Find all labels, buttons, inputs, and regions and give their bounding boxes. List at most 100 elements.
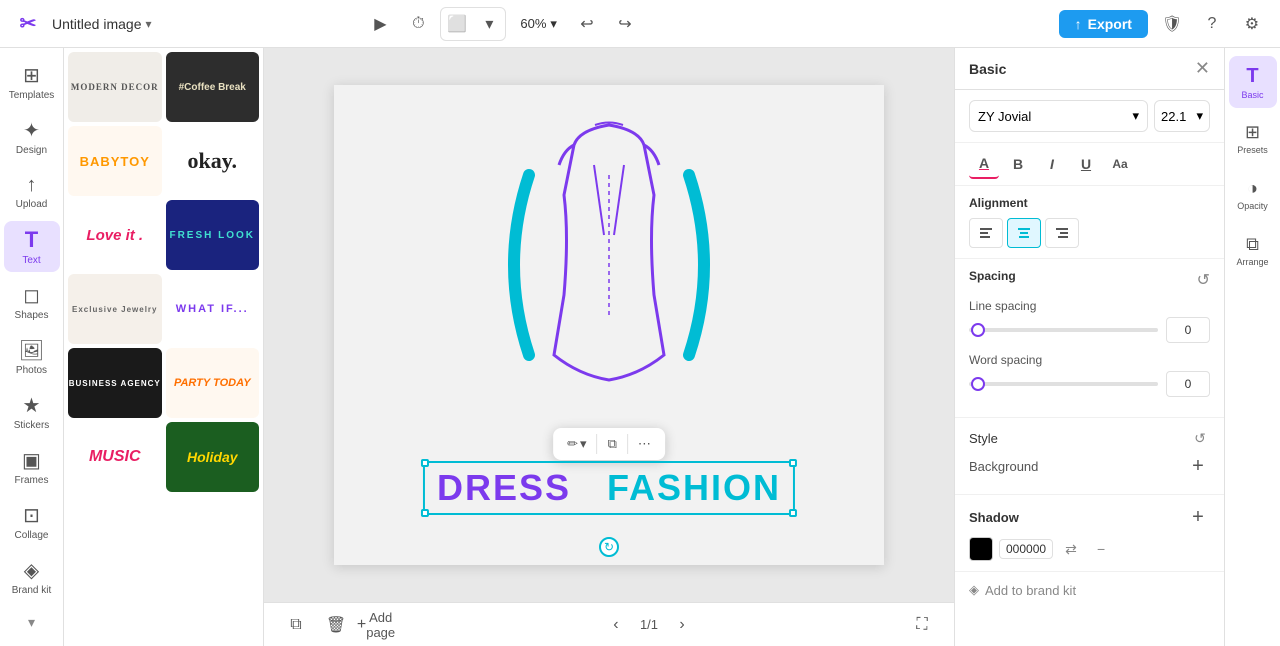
add-page-button[interactable]: + Add page xyxy=(360,609,392,641)
template-card-babytoy[interactable]: BABYTOY xyxy=(68,126,162,196)
prev-page-button[interactable]: ‹ xyxy=(600,609,632,641)
case-button[interactable]: Aa xyxy=(1105,149,1135,179)
font-family-select[interactable]: ZY Jovial ▾ xyxy=(969,100,1148,132)
shadow-minus-button[interactable]: − xyxy=(1089,537,1113,561)
underline-button[interactable]: U xyxy=(1071,149,1101,179)
right-panel-header: Basic ✕ xyxy=(955,48,1224,90)
alignment-section: Alignment xyxy=(955,186,1224,259)
toolbar-separator-2 xyxy=(627,434,628,454)
sidebar-item-templates[interactable]: ⊞ Templates xyxy=(4,56,60,107)
far-right-basic[interactable]: T Basic xyxy=(1229,56,1277,108)
sidebar-item-shapes[interactable]: ◻ Shapes xyxy=(4,276,60,327)
floating-edit-button[interactable]: ✏ ▾ xyxy=(561,432,592,456)
far-right-opacity[interactable]: ◑ Opacity xyxy=(1229,168,1277,220)
template-card-fresh-look[interactable]: FRESH LOOK xyxy=(166,200,260,270)
spacing-title: Spacing xyxy=(969,269,1016,283)
style-reset-button[interactable]: ↺ xyxy=(1190,428,1210,448)
template-card-exclusive-jewelry[interactable]: Exclusive Jewelry xyxy=(68,274,162,344)
floating-more-button[interactable]: ⋯ xyxy=(632,432,657,456)
line-spacing-value[interactable]: 0 xyxy=(1166,317,1210,343)
sidebar-collapse-button[interactable]: ▾ xyxy=(16,607,48,638)
template-card-what-if[interactable]: WHAT IF... xyxy=(166,274,260,344)
template-card-modern-decor[interactable]: MODERN DECOR xyxy=(68,52,162,122)
sidebar-item-brand[interactable]: ◈ Brand kit xyxy=(4,552,60,603)
shadow-color-label[interactable]: 000000 xyxy=(999,539,1053,559)
brand-kit-footer[interactable]: ◈ Add to brand kit xyxy=(955,572,1224,608)
brand-kit-icon: ◈ xyxy=(969,582,979,598)
timer-button[interactable]: ⏱ xyxy=(402,8,434,40)
template-panel: MODERN DECOR #Coffee Break BABYTOY okay.… xyxy=(64,48,264,646)
redo-button[interactable]: ↪ xyxy=(609,8,641,40)
shadow-transfer-button[interactable]: ⇄ xyxy=(1059,537,1083,561)
template-card-love-it[interactable]: Love it . xyxy=(68,200,162,270)
shadow-add-button[interactable]: + xyxy=(1186,505,1210,529)
stickers-icon: ★ xyxy=(23,393,41,418)
align-center-button[interactable] xyxy=(1007,218,1041,248)
word-spacing-value[interactable]: 0 xyxy=(1166,371,1210,397)
next-page-button[interactable]: › xyxy=(666,609,698,641)
zoom-chevron-icon: ▾ xyxy=(550,16,557,32)
template-card-party-today[interactable]: PARTY TODAY xyxy=(166,348,260,418)
canvas-text-element[interactable]: DRESS FASHION xyxy=(423,461,795,515)
canvas-view-button[interactable]: ⬜ xyxy=(441,8,473,40)
shadow-color-swatch[interactable] xyxy=(969,537,993,561)
template-card-okay[interactable]: okay. xyxy=(166,126,260,196)
word-spacing-slider[interactable] xyxy=(969,382,1158,386)
line-spacing-slider[interactable] xyxy=(969,328,1158,332)
italic-button[interactable]: I xyxy=(1037,149,1067,179)
frames-icon: ▣ xyxy=(22,448,41,473)
bold-button[interactable]: B xyxy=(1003,149,1033,179)
sidebar-item-upload[interactable]: ↑ Upload xyxy=(4,166,60,217)
sidebar-item-design[interactable]: ✦ Design xyxy=(4,111,60,162)
panel-close-button[interactable]: ✕ xyxy=(1195,58,1210,79)
sidebar-item-photos[interactable]: 🖼 Photos xyxy=(4,331,60,382)
template-card-music[interactable]: MUSIC xyxy=(68,422,162,492)
title-chevron-icon: ▾ xyxy=(146,17,152,31)
canvas-area: ✏ ▾ ⧉ ⋯ DRESS FASHION xyxy=(264,48,954,646)
export-button[interactable]: ↑ Export xyxy=(1059,10,1148,38)
presets-label: Presets xyxy=(1237,145,1268,155)
word-spacing-thumb[interactable] xyxy=(971,377,985,391)
sidebar-item-stickers[interactable]: ★ Stickers xyxy=(4,386,60,437)
sidebar-item-text[interactable]: T Text xyxy=(4,221,60,272)
template-card-business-agency[interactable]: BUSINESS AGENCY xyxy=(68,348,162,418)
align-right-button[interactable] xyxy=(1045,218,1079,248)
text-color-button[interactable]: A xyxy=(969,149,999,179)
shield-icon-button[interactable]: 🛡 xyxy=(1156,8,1188,40)
settings-button[interactable]: ⚙ xyxy=(1236,8,1268,40)
photos-icon: 🖼 xyxy=(19,338,44,363)
undo-button[interactable]: ↩ xyxy=(571,8,603,40)
play-button[interactable]: ▶ xyxy=(364,8,396,40)
sidebar-item-collage[interactable]: ⊡ Collage xyxy=(4,497,60,548)
template-card-coffee-break[interactable]: #Coffee Break xyxy=(166,52,260,122)
template-card-holiday[interactable]: Holiday xyxy=(166,422,260,492)
canvas-copy-button[interactable]: ⧉ xyxy=(280,609,312,641)
collage-icon: ⊡ xyxy=(23,503,40,528)
spacing-reset-button[interactable]: ↺ xyxy=(1197,270,1210,290)
document-title-area[interactable]: Untitled image ▾ xyxy=(52,16,152,32)
export-icon: ↑ xyxy=(1075,16,1082,32)
word-spacing-control: 0 xyxy=(969,371,1210,397)
fullscreen-button[interactable]: ⛶ xyxy=(906,609,938,641)
selection-handle-br[interactable] xyxy=(789,509,797,517)
floating-copy-button[interactable]: ⧉ xyxy=(602,432,623,456)
canvas-delete-button[interactable]: 🗑 xyxy=(320,609,352,641)
zoom-control[interactable]: 60% ▾ xyxy=(512,12,565,36)
line-spacing-thumb[interactable] xyxy=(971,323,985,337)
selection-handle-tl[interactable] xyxy=(421,459,429,467)
align-left-button[interactable] xyxy=(969,218,1003,248)
font-size-input[interactable]: 22.1 ▾ xyxy=(1154,100,1210,132)
selection-handle-bl[interactable] xyxy=(421,509,429,517)
far-right-arrange[interactable]: ⧉ Arrange xyxy=(1229,224,1277,276)
sidebar-item-frames[interactable]: ▣ Frames xyxy=(4,441,60,492)
canvas-wrapper[interactable]: ✏ ▾ ⧉ ⋯ DRESS FASHION xyxy=(264,48,954,602)
help-button[interactable]: ? xyxy=(1196,8,1228,40)
selection-handle-tr[interactable] xyxy=(789,459,797,467)
floating-toolbar: ✏ ▾ ⧉ ⋯ xyxy=(553,428,665,460)
rotate-handle[interactable]: ↻ xyxy=(599,537,619,557)
view-chevron[interactable]: ▾ xyxy=(473,8,505,40)
far-right-presets[interactable]: ⊞ Presets xyxy=(1229,112,1277,164)
canvas-bottom-left: ⧉ 🗑 + Add page xyxy=(280,609,392,641)
background-add-button[interactable]: + xyxy=(1186,454,1210,478)
canvas-page[interactable]: ✏ ▾ ⧉ ⋯ DRESS FASHION xyxy=(334,85,884,565)
